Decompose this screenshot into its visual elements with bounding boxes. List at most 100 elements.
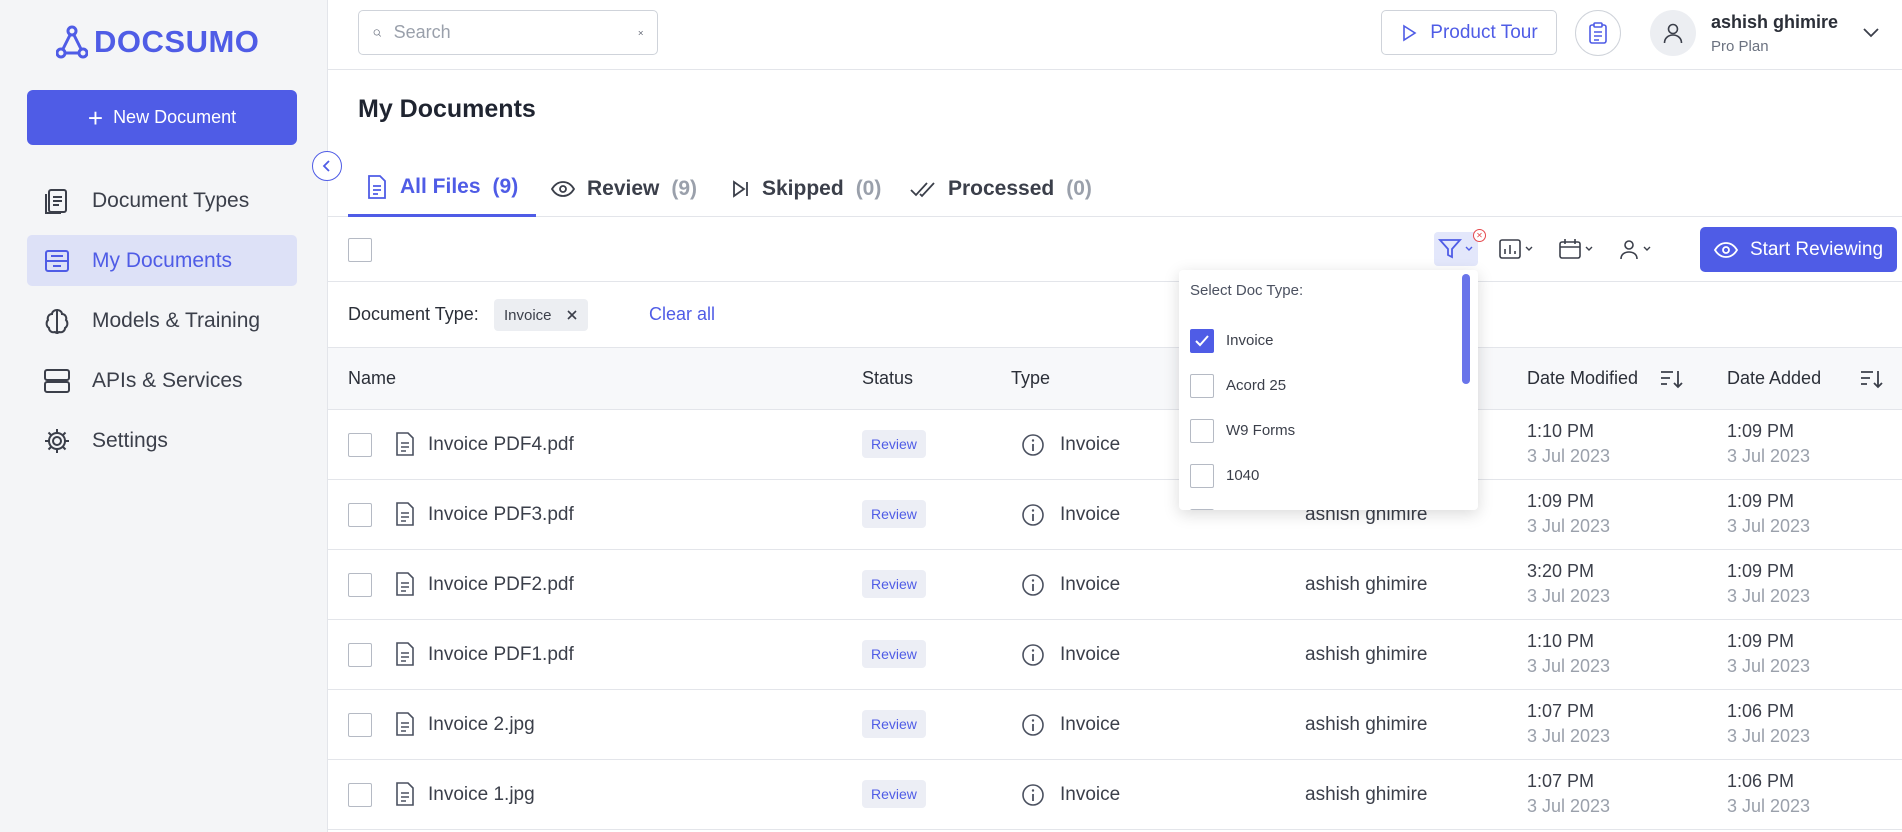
table-row[interactable]: Invoice 1.jpg Review Invoice ashish ghimire…: [328, 760, 1902, 830]
option-checkbox[interactable]: [1190, 508, 1214, 510]
tab-label: All Files: [400, 175, 481, 198]
search-input[interactable]: [393, 22, 626, 43]
clipboard-button[interactable]: [1575, 10, 1621, 56]
doc-type: Invoice: [1060, 434, 1121, 455]
user-icon: [1620, 240, 1638, 260]
option-checkbox[interactable]: [1190, 463, 1214, 488]
file-name[interactable]: Invoice PDF2.pdf: [428, 574, 574, 596]
row-checkbox[interactable]: [348, 433, 372, 457]
row-checkbox[interactable]: [348, 503, 372, 527]
date-filter-button[interactable]: [1554, 232, 1598, 266]
dropdown-option[interactable]: 1040: [1190, 453, 1450, 498]
dropdown-option[interactable]: W9 Forms: [1190, 408, 1450, 453]
doc-type: Invoice: [1060, 504, 1121, 525]
modified-time: 1:10 PM: [1527, 631, 1595, 651]
file-name[interactable]: Invoice 2.jpg: [428, 714, 535, 736]
column-header-type[interactable]: Type: [1011, 368, 1050, 389]
sidebar-item-settings[interactable]: Settings: [27, 415, 297, 466]
chart-filter-button[interactable]: [1494, 232, 1538, 266]
sidebar-item-my-documents[interactable]: My Documents: [27, 235, 297, 286]
table-row[interactable]: Invoice 2.jpg Review Invoice ashish ghimire…: [328, 690, 1902, 760]
table-header: Name Status Type Date Modified Date Adde…: [328, 348, 1902, 410]
tab-all-files[interactable]: All Files (9): [348, 160, 537, 217]
info-icon[interactable]: [1021, 433, 1045, 457]
start-reviewing-button[interactable]: Start Reviewing: [1700, 227, 1897, 272]
doc-type-dropdown: Select Doc Type: Invoice Acord 25 W9 Forms…: [1179, 270, 1478, 510]
added-date: 3 Jul 2023: [1727, 586, 1811, 606]
user-filter-button[interactable]: [1614, 232, 1656, 266]
product-tour-button[interactable]: Product Tour: [1381, 10, 1557, 55]
user-plan: Pro Plan: [1711, 38, 1769, 55]
file-name[interactable]: Invoice PDF3.pdf: [428, 504, 574, 526]
info-icon[interactable]: [1021, 783, 1045, 807]
sidebar-item-label: Settings: [92, 428, 168, 452]
filter-button[interactable]: [1434, 232, 1478, 266]
uploaded-by: ashish ghimire: [1305, 784, 1428, 805]
docsumo-logo[interactable]: DOCSUMO: [56, 24, 259, 60]
row-checkbox[interactable]: [348, 573, 372, 597]
option-checkbox[interactable]: [1190, 418, 1214, 443]
dropdown-option[interactable]: Invoice: [1190, 318, 1450, 363]
file-name[interactable]: Invoice PDF4.pdf: [428, 434, 574, 456]
table-row[interactable]: Invoice PDF2.pdf Review Invoice ashish ghim…: [328, 550, 1902, 620]
status-badge: Review: [862, 710, 926, 738]
dropdown-scrollbar[interactable]: [1462, 274, 1470, 384]
tab-skipped[interactable]: Skipped (0): [730, 160, 881, 217]
option-checkbox[interactable]: [1190, 373, 1214, 398]
eye-icon: [551, 180, 575, 197]
table-row[interactable]: Invoice PDF4.pdfReviewInvoiceashish ghim…: [328, 410, 1902, 480]
column-header-date-added[interactable]: Date Added: [1727, 368, 1821, 389]
filter-chip: Invoice: [494, 299, 588, 331]
tab-count: (9): [671, 176, 698, 200]
avatar[interactable]: [1650, 10, 1696, 56]
column-header-status[interactable]: Status: [862, 368, 913, 389]
row-checkbox[interactable]: [348, 783, 372, 807]
table-row[interactable]: Invoice PDF1.pdf Review Invoice ashish ghim…: [328, 620, 1902, 690]
column-header-name[interactable]: Name: [348, 368, 396, 389]
clear-search-icon[interactable]: [638, 26, 643, 40]
tab-bar: All Files (9) Review (9) Skipped (0) Pro…: [328, 160, 1902, 217]
select-all-checkbox[interactable]: [348, 238, 372, 262]
added-date: 3 Jul 2023: [1727, 516, 1811, 536]
sidebar-item-models-training[interactable]: Models & Training: [27, 295, 297, 346]
sidebar-item-label: Models & Training: [92, 308, 261, 332]
file-name[interactable]: Invoice PDF1.pdf: [428, 644, 574, 666]
brain-icon: [45, 308, 69, 334]
filter-icon: [1438, 239, 1462, 259]
row-checkbox[interactable]: [348, 643, 372, 667]
sidebar-item-label: APIs & Services: [92, 368, 243, 392]
dropdown-option[interactable]: Acord 25: [1190, 363, 1450, 408]
tab-review[interactable]: Review (9): [551, 160, 697, 217]
sidebar-item-document-types[interactable]: Document Types: [27, 175, 297, 226]
clear-all-link[interactable]: Clear all: [649, 304, 715, 325]
info-icon[interactable]: [1021, 503, 1045, 527]
info-icon[interactable]: [1021, 713, 1045, 737]
modified-time: 1:09 PM: [1527, 491, 1595, 511]
table-row[interactable]: Invoice PDF3.pdf Review Invoice ashish ghim…: [328, 480, 1902, 550]
sort-icon[interactable]: [1859, 368, 1883, 390]
check-icon: [1195, 334, 1209, 346]
modified-date: 3 Jul 2023: [1527, 586, 1611, 606]
column-header-date-modified[interactable]: Date Modified: [1527, 368, 1638, 389]
sort-icon[interactable]: [1659, 368, 1683, 390]
sidebar-item-apis-services[interactable]: APIs & Services: [27, 355, 297, 406]
file-icon: [396, 502, 414, 526]
info-icon[interactable]: [1021, 643, 1045, 667]
option-checkbox[interactable]: [1190, 328, 1214, 353]
sidebar-item-label: Document Types: [92, 188, 250, 212]
close-icon[interactable]: [566, 309, 578, 321]
added-time: 1:09 PM: [1727, 561, 1795, 581]
added-time: 1:06 PM: [1727, 771, 1795, 791]
server-icon: [44, 368, 70, 393]
tab-processed[interactable]: Processed (0): [910, 160, 1092, 217]
new-document-button[interactable]: + New Document: [27, 90, 297, 145]
dropdown-option[interactable]: Form 1120: [1190, 498, 1450, 510]
row-checkbox[interactable]: [348, 713, 372, 737]
info-icon[interactable]: [1021, 573, 1045, 597]
file-name[interactable]: Invoice 1.jpg: [428, 784, 535, 806]
collapse-sidebar-button[interactable]: [312, 151, 342, 181]
chevron-down-icon: [1465, 246, 1473, 251]
user-name[interactable]: ashish ghimire: [1711, 12, 1838, 33]
clipboard-icon: [1589, 22, 1607, 44]
chevron-down-icon[interactable]: [1861, 22, 1881, 42]
